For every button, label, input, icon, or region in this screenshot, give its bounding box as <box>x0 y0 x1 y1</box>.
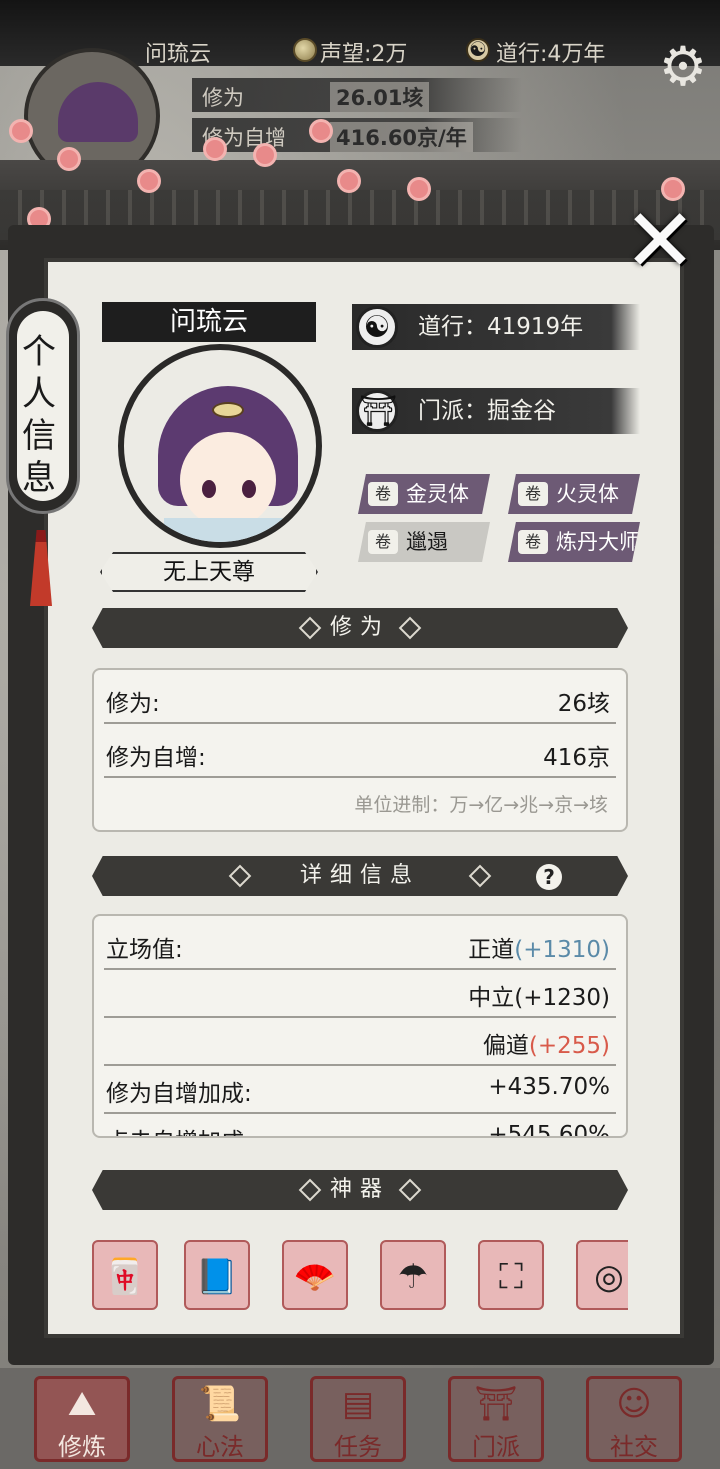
trait-tag[interactable]: 卷 金灵体 <box>358 474 490 514</box>
scroll-icon: 📜 <box>198 1384 242 1424</box>
scroll-icon: 卷 <box>368 482 398 506</box>
mountain-icon: ⛰ <box>67 1384 97 1424</box>
stat-row: 修为: 26垓 <box>104 676 616 724</box>
stat-value: 偏道(+255) <box>482 1033 610 1059</box>
tab-personal-info[interactable]: 个人信息 <box>6 298 80 514</box>
help-icon[interactable]: ? <box>536 864 562 890</box>
nav-cultivate[interactable]: ⛰ 修炼 <box>34 1376 130 1462</box>
section-title: 详细信息 <box>299 863 420 888</box>
nav-label: 任务 <box>334 1433 382 1461</box>
nav-label: 社交 <box>610 1433 658 1461</box>
cultivation-card: 修为: 26垓 修为自增: 416京 单位进制：万→亿→兆→京→垓 <box>92 668 628 832</box>
stat-value: 26垓 <box>557 691 610 717</box>
stat-row: 中立(+1230) <box>104 970 616 1018</box>
stat-value: 正道(+1310) <box>468 937 610 963</box>
stat-value: 416京 <box>543 745 610 771</box>
yin-yang-icon: ☯ <box>356 306 398 348</box>
character-title: 无上天尊 <box>100 552 318 592</box>
character-portrait <box>118 344 322 548</box>
trait-tag-label: 邋遢 <box>406 530 448 554</box>
stat-label: 点击自增加成 <box>106 1122 244 1136</box>
task-icon: ▤ <box>341 1384 375 1424</box>
section-title: 修为 <box>329 615 390 640</box>
temple-icon: ⛩ <box>474 1384 518 1424</box>
player-name: 问琉云 <box>145 42 212 67</box>
trait-tag-label: 炼丹大师 <box>556 530 640 554</box>
artifact-list[interactable]: 🀄 📘 🪭 ☂ ⛶ ◎ <box>92 1230 628 1322</box>
book-icon[interactable]: 📘 <box>184 1240 250 1310</box>
dao-value: 道行:4万年 <box>496 42 606 67</box>
trait-tag-label: 金灵体 <box>406 482 469 506</box>
stat-row: 修为自增加成: +435.70% <box>104 1066 616 1114</box>
section-title: 神器 <box>329 1177 390 1202</box>
trait-tag-label: 火灵体 <box>556 482 619 506</box>
jade-seal-icon[interactable]: ⛶ <box>478 1240 544 1310</box>
section-header-cultivation: 修为 <box>92 608 628 648</box>
people-icon: ☺ <box>616 1384 652 1424</box>
fame-value: 声望:2万 <box>320 42 408 67</box>
sect-info-bar: ⛩ 门派：掘金谷 <box>352 388 640 434</box>
nav-label: 修炼 <box>58 1433 106 1461</box>
nav-method[interactable]: 📜 心法 <box>172 1376 268 1462</box>
temple-icon: ⛩ <box>356 390 398 432</box>
fame-coin-icon <box>293 38 317 62</box>
bottom-nav: ⛰ 修炼 📜 心法 ▤ 任务 ⛩ 门派 ☺ 社交 <box>0 1368 720 1469</box>
yin-yang-icon <box>466 37 490 62</box>
sect-info-text: 门派：掘金谷 <box>418 398 556 424</box>
details-card[interactable]: 立场值: 正道(+1310) 中立(+1230) 偏道(+255) 修为自增加成… <box>92 914 628 1138</box>
tab-personal-info-label: 个人信息 <box>22 332 56 498</box>
scroll-icon: 卷 <box>368 530 398 554</box>
character-name: 问琉云 <box>102 302 316 342</box>
stat-label: 修为自增: <box>106 745 206 771</box>
nav-sect[interactable]: ⛩ 门派 <box>448 1376 544 1462</box>
umbrella-icon[interactable]: ☂ <box>380 1240 446 1310</box>
scroll-icon: 卷 <box>518 530 548 554</box>
stat-value: 中立(+1230) <box>468 985 610 1011</box>
nav-label: 门派 <box>472 1433 520 1461</box>
section-header-details: 详细信息 ? <box>92 856 628 896</box>
close-icon[interactable]: ✕ <box>616 197 704 288</box>
nav-tasks[interactable]: ▤ 任务 <box>310 1376 406 1462</box>
stat-label: 立场值: <box>106 937 183 963</box>
section-header-artifacts: 神器 <box>92 1170 628 1210</box>
stat-label: 修为自增加成: <box>106 1081 252 1107</box>
unit-note: 单位进制：万→亿→兆→京→垓 <box>354 794 608 816</box>
trait-tag[interactable]: 卷 邋遢 <box>358 522 490 562</box>
stat-value: +545.60% <box>488 1122 610 1138</box>
stat-row: 点击自增加成 +545.60% <box>104 1114 616 1138</box>
mirror-icon[interactable]: ◎ <box>576 1240 628 1310</box>
stat-row: 偏道(+255) <box>104 1018 616 1066</box>
stat-label: 修为: <box>106 691 160 717</box>
stat-value: +435.70% <box>488 1074 610 1100</box>
dao-info-text: 道行：41919年 <box>418 314 584 340</box>
jade-pendant-icon[interactable]: 🀄 <box>92 1240 158 1310</box>
nav-social[interactable]: ☺ 社交 <box>586 1376 682 1462</box>
fan-icon[interactable]: 🪭 <box>282 1240 348 1310</box>
scroll-icon: 卷 <box>518 482 548 506</box>
trait-tag[interactable]: 卷 炼丹大师 <box>508 522 640 562</box>
trait-tag[interactable]: 卷 火灵体 <box>508 474 640 514</box>
nav-label: 心法 <box>196 1433 244 1461</box>
stat-row: 修为自增: 416京 <box>104 730 616 778</box>
dao-info-bar: ☯ 道行：41919年 <box>352 304 640 350</box>
stat-row: 立场值: 正道(+1310) <box>104 922 616 970</box>
gear-icon[interactable]: ⚙ <box>654 38 712 96</box>
